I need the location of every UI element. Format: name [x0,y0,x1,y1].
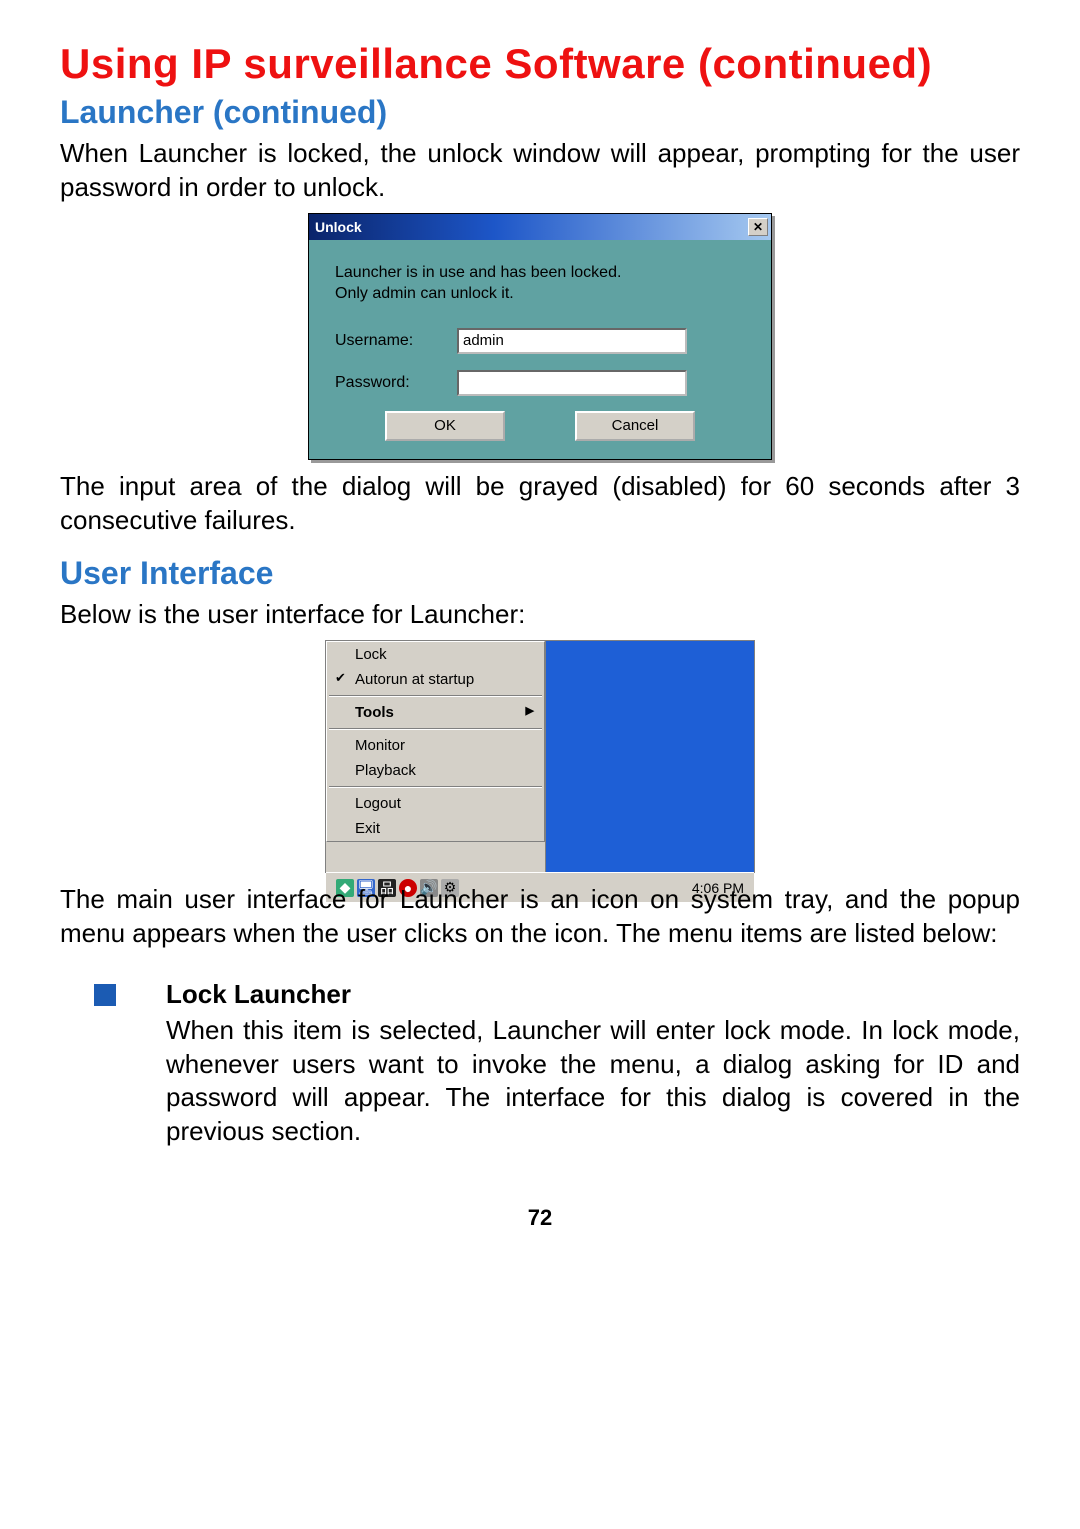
paragraph-after-dialog: The input area of the dialog will be gra… [60,470,1020,538]
dialog-message: Launcher is in use and has been locked. … [335,262,745,305]
close-icon[interactable]: ✕ [748,218,768,236]
page-title: Using IP surveillance Software (continue… [60,40,1020,88]
password-input[interactable] [457,370,687,396]
section-ui-heading: User Interface [60,555,1020,592]
dialog-message-line1: Launcher is in use and has been locked. [335,262,745,284]
menu-item-tools[interactable]: Tools [327,700,544,725]
menu-item-monitor[interactable]: Monitor [327,733,544,758]
cancel-button[interactable]: Cancel [575,411,695,441]
dialog-titlebar: Unlock ✕ [309,214,771,240]
dialog-message-line2: Only admin can unlock it. [335,283,745,305]
username-label: Username: [335,332,457,350]
launcher-menu-screenshot: Lock Autorun at startup Tools Monitor Pl… [325,640,755,873]
menu-separator [329,728,542,730]
paragraph-ui-intro: Below is the user interface for Launcher… [60,598,1020,632]
menu-item-lock[interactable]: Lock [327,642,544,667]
ok-button[interactable]: OK [385,411,505,441]
password-label: Password: [335,374,457,392]
bullet-lock-launcher-text: When this item is selected, Launcher wil… [166,1014,1020,1149]
intro-paragraph-1: When Launcher is locked, the unlock wind… [60,137,1020,205]
desktop-background [546,641,754,872]
page-number: 72 [60,1205,1020,1231]
section-launcher-heading: Launcher (continued) [60,94,1020,131]
paragraph-ui-description: The main user interface for Launcher is … [60,883,1020,951]
context-menu: Lock Autorun at startup Tools Monitor Pl… [326,641,545,842]
dialog-title: Unlock [315,219,362,235]
bullet-icon [94,984,116,1006]
bullet-lock-launcher-title: Lock Launcher [166,979,1020,1010]
menu-item-logout[interactable]: Logout [327,791,544,816]
menu-item-exit[interactable]: Exit [327,816,544,841]
menu-item-playback[interactable]: Playback [327,758,544,783]
menu-item-autorun[interactable]: Autorun at startup [327,667,544,692]
unlock-dialog: Unlock ✕ Launcher is in use and has been… [308,213,772,460]
menu-separator [329,786,542,788]
menu-separator [329,695,542,697]
username-input[interactable] [457,328,687,354]
